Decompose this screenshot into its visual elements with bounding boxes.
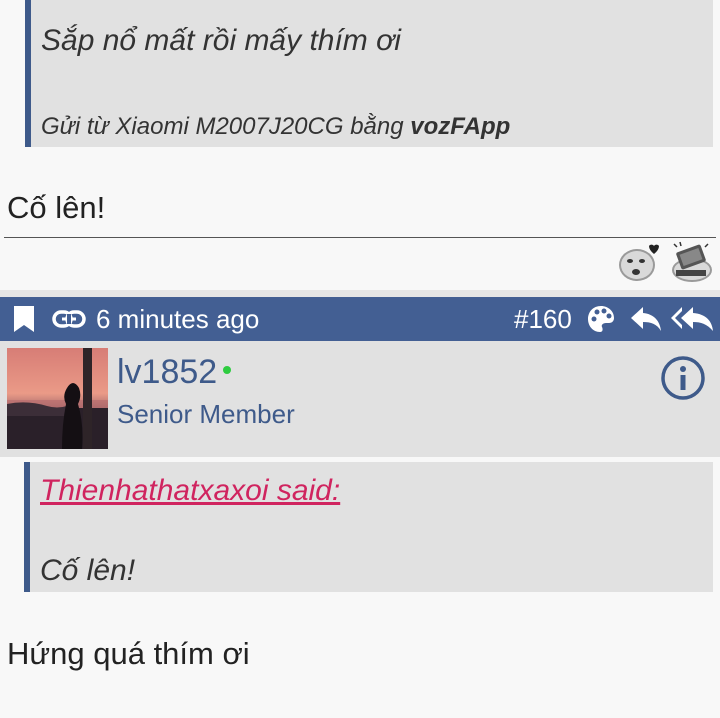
reply-icon[interactable] [630, 305, 662, 333]
post-separator [0, 290, 720, 297]
divider [4, 237, 716, 238]
user-info-row: lv1852 Senior Member [0, 341, 720, 457]
palette-icon[interactable] [586, 304, 616, 334]
post-number[interactable]: #160 [514, 304, 572, 335]
link-icon[interactable] [52, 307, 86, 331]
post-body: Hứng quá thím ơi [7, 636, 250, 671]
post-body: Cố lên! [7, 190, 106, 225]
online-status-dot [223, 366, 232, 375]
computer-smash-emoji-icon[interactable] [670, 240, 714, 284]
quote-text: Cố lên! [40, 554, 136, 587]
avatar[interactable] [7, 348, 108, 449]
kiss-emoji-icon[interactable] [616, 240, 660, 284]
username[interactable]: lv1852 [117, 353, 232, 392]
reply-all-icon[interactable] [670, 305, 714, 333]
quote-text: Sắp nổ mất rồi mấy thím ơi [41, 24, 401, 57]
sent-from-signature: Gửi từ Xiaomi M2007J20CG bằng vozFApp [41, 113, 510, 141]
reaction-list [616, 240, 714, 284]
username-text[interactable]: lv1852 [117, 353, 217, 391]
sent-from-app: vozFApp [410, 113, 511, 140]
sent-from-prefix: Gửi từ Xiaomi M2007J20CG bằng [41, 113, 411, 140]
quote-block: Sắp nổ mất rồi mấy thím ơi Gửi từ Xiaomi… [25, 0, 713, 147]
post-time[interactable]: 6 minutes ago [96, 304, 259, 335]
info-icon[interactable] [660, 355, 706, 401]
quote-author-link[interactable]: Thienhathatxaxoi said: [40, 474, 340, 508]
post-header-bar: 6 minutes ago #160 [0, 297, 720, 341]
bookmark-icon[interactable] [12, 305, 36, 333]
user-title: Senior Member [117, 399, 295, 429]
quote-block: Thienhathatxaxoi said: Cố lên! [24, 462, 713, 592]
